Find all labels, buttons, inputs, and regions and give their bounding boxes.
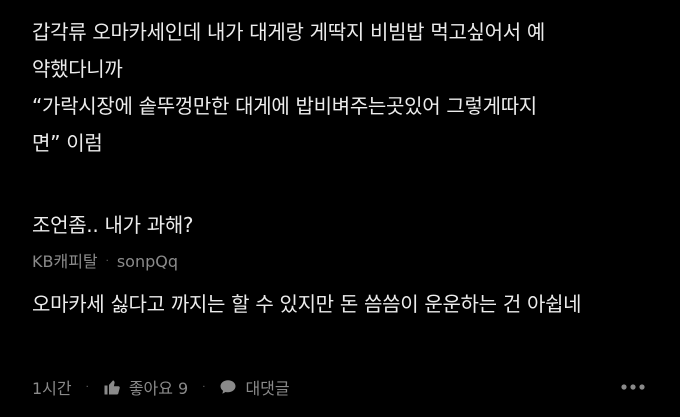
post-line-1: 갑각류 오마카세인데 내가 대게랑 게딱지 비빔밥 먹고싶어서 예 <box>32 20 546 44</box>
comment-author: KB캐피탈 · sonpQq <box>32 251 178 273</box>
action-separator: · <box>85 381 89 393</box>
post-line-3: “가락시장에 솥뚜껑만한 대게에 밥비벼주는곳있어 그렇게따지 <box>32 94 537 118</box>
like-button[interactable]: 좋아요 9 <box>103 375 188 399</box>
speech-bubble-icon <box>220 380 236 394</box>
author-company[interactable]: KB캐피탈 <box>32 251 98 273</box>
post-line-2: 약했다니까 <box>32 57 123 81</box>
meta-separator: · <box>105 256 109 267</box>
comment-text: 오마카세 싫다고 까지는 할 수 있지만 돈 씀씀이 운운하는 건 아쉽네 <box>32 292 582 316</box>
post-question: 조언좀.. 내가 과해? <box>32 213 194 237</box>
reply-button[interactable]: 대댓글 <box>219 375 290 399</box>
comment-actions: 1시간 · 좋아요 9 · 대댓글 <box>32 375 646 399</box>
like-label: 좋아요 9 <box>128 379 189 398</box>
author-name[interactable]: sonpQq <box>117 251 178 273</box>
post-line-4: 면” 이럼 <box>32 131 103 155</box>
reply-label: 대댓글 <box>245 379 290 398</box>
action-separator-2: · <box>202 381 206 393</box>
post: 갑각류 오마카세인데 내가 대게랑 게딱지 비빔밥 먹고싶어서 예 약했다니까 … <box>32 14 662 162</box>
more-button[interactable] <box>620 383 646 391</box>
post-body: 갑각류 오마카세인데 내가 대게랑 게딱지 비빔밥 먹고싶어서 예 약했다니까 … <box>32 14 662 162</box>
more-dots-icon <box>621 384 645 390</box>
thumbs-up-icon <box>104 380 120 395</box>
comment-time: 1시간 <box>32 379 72 398</box>
